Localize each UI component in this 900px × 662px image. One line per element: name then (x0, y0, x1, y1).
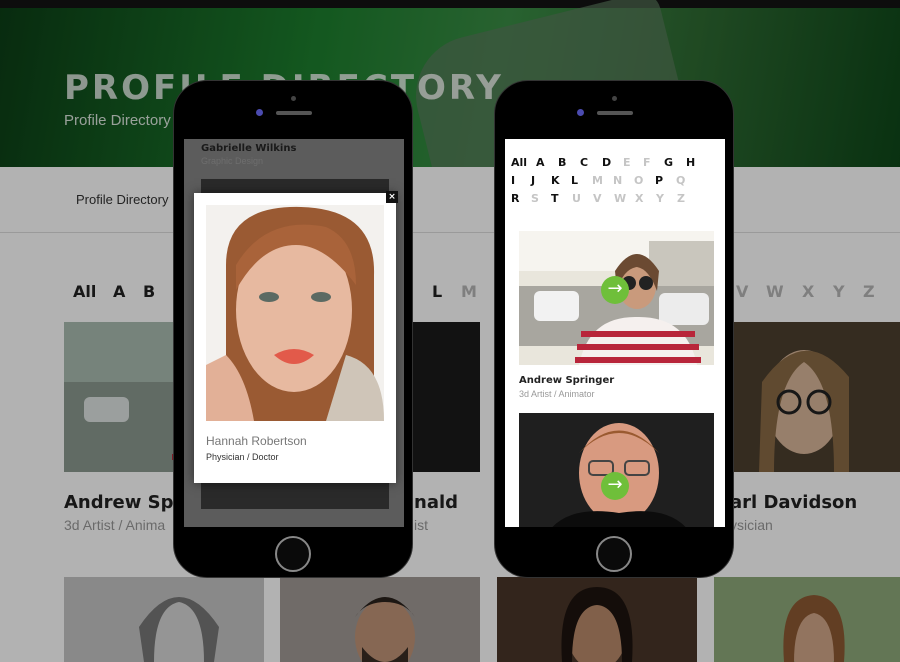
close-icon[interactable]: × (386, 191, 398, 203)
page: PROFILE DIRECTORY Profile Directory Prof… (0, 0, 900, 662)
letter-filter-item[interactable]: C (580, 156, 588, 169)
letter-filter-item[interactable]: H (686, 156, 695, 169)
phone-speaker (276, 111, 312, 115)
phone-right: All A B C D E F G H I J K L M N O P Q R S T U V W X Y Z → Andrew S… (494, 80, 734, 578)
letter-filter-item[interactable]: T (551, 192, 559, 205)
letter-filter-item[interactable]: P (655, 174, 663, 187)
letter-filter-item[interactable]: Y (656, 192, 664, 205)
letter-filter-item[interactable]: A (536, 156, 545, 169)
letter-filter-item[interactable]: V (593, 192, 602, 205)
letter-filter-item[interactable]: I (511, 174, 515, 187)
profile-modal: × Hannah Robertson Physician / Doctor (194, 191, 398, 483)
letter-filter-item[interactable]: F (643, 156, 651, 169)
letter-filter-item[interactable]: O (634, 174, 643, 187)
phone-sensor (612, 96, 617, 101)
profile-role: Graphic Design (201, 156, 264, 166)
letter-filter-item[interactable]: Q (676, 174, 685, 187)
letter-filter-item[interactable]: W (614, 192, 626, 205)
letter-filter-item[interactable]: B (558, 156, 566, 169)
letter-filter-item[interactable]: X (635, 192, 643, 205)
profile-role: 3d Artist / Animator (519, 389, 595, 399)
letter-filter-item[interactable]: R (511, 192, 519, 205)
phone-camera (577, 109, 584, 116)
letter-filter-item[interactable]: S (531, 192, 539, 205)
letter-filter-item[interactable]: K (551, 174, 560, 187)
phone-speaker (597, 111, 633, 115)
letter-filter-item[interactable]: E (623, 156, 631, 169)
arrow-right-icon[interactable]: → (601, 276, 629, 304)
profile-name[interactable]: Gabrielle Wilkins (201, 143, 296, 154)
phone-right-screen: All A B C D E F G H I J K L M N O P Q R S T U V W X Y Z → Andrew S… (505, 139, 725, 527)
letter-filter-item[interactable]: Z (677, 192, 685, 205)
phone-camera (256, 109, 263, 116)
letter-filter-item[interactable]: U (572, 192, 581, 205)
profile-name[interactable]: Andrew Springer (519, 375, 614, 386)
phone-sensor (291, 96, 296, 101)
dim-overlay (0, 0, 900, 662)
letter-filter-item[interactable]: All (511, 156, 527, 169)
arrow-right-icon[interactable]: → (601, 472, 629, 500)
letter-filter-item[interactable]: M (592, 174, 603, 187)
phone-home-button[interactable] (275, 536, 311, 572)
letter-filter-item[interactable]: N (613, 174, 622, 187)
letter-filter-item[interactable]: D (602, 156, 611, 169)
phone-left: Gabrielle Wilkins Graphic Design × Hanna… (173, 80, 413, 578)
modal-photo-woman (206, 205, 384, 421)
phone-home-button[interactable] (596, 536, 632, 572)
profile-photo-man-glasses[interactable] (519, 413, 714, 527)
letter-filter-item[interactable]: G (664, 156, 673, 169)
letter-filter-item[interactable]: J (531, 174, 535, 187)
letter-filter-item[interactable]: L (571, 174, 578, 187)
modal-profile-name: Hannah Robertson (206, 434, 307, 448)
modal-profile-role: Physician / Doctor (206, 452, 279, 462)
